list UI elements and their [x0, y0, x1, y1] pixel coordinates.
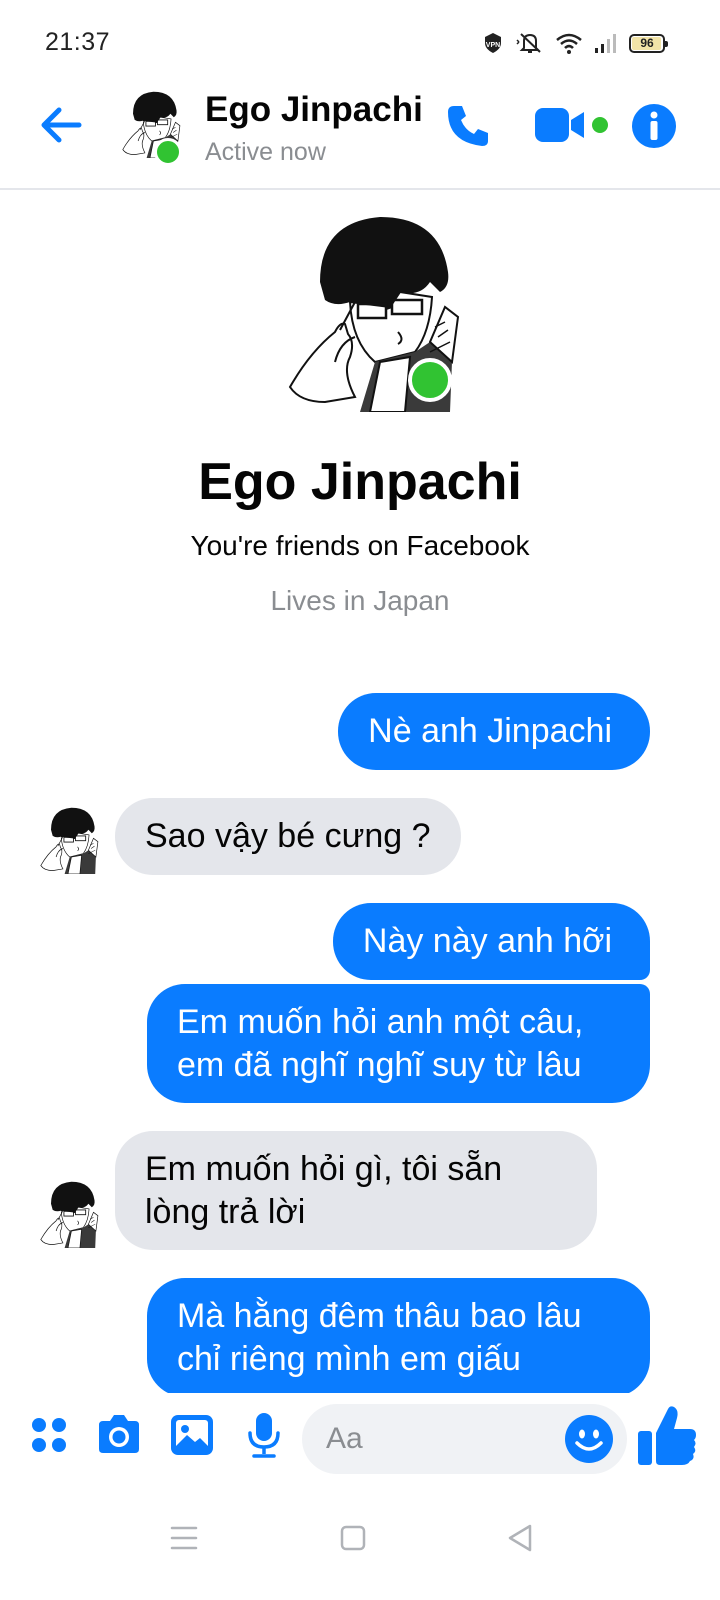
- message-outgoing[interactable]: Mà hằng đêm thâu bao lâu chỉ riêng mình …: [147, 1278, 650, 1393]
- arrow-left-icon: [41, 107, 82, 143]
- home-square-icon: [340, 1525, 366, 1551]
- info-button[interactable]: [630, 102, 678, 150]
- message-input[interactable]: [326, 1404, 556, 1474]
- voice-message-button[interactable]: [238, 1409, 290, 1461]
- gallery-button[interactable]: [166, 1409, 218, 1461]
- video-call-button[interactable]: [532, 100, 614, 152]
- message-text-line: chỉ riêng mình em giấu: [177, 1340, 521, 1378]
- active-status: Active now: [205, 138, 326, 166]
- message-outgoing[interactable]: Nè anh Jinpachi: [338, 693, 650, 770]
- status-bar: 21:37 VPN 96: [0, 0, 720, 80]
- vpn-icon: VPN: [481, 31, 505, 55]
- header-avatar[interactable]: [116, 90, 184, 166]
- message-text-line: Mà hằng đêm thâu bao lâu: [177, 1297, 582, 1335]
- home-button[interactable]: [323, 1508, 383, 1568]
- message-text-line: em đã nghĩ nghĩ suy từ lâu: [177, 1046, 582, 1084]
- menu-dots-icon: [32, 1418, 66, 1452]
- gallery-icon: [171, 1415, 213, 1455]
- friends-status: You're friends on Facebook: [190, 530, 530, 561]
- mute-icon: [515, 31, 545, 55]
- more-actions-button[interactable]: [23, 1409, 75, 1461]
- message-composer: [0, 1393, 720, 1488]
- battery-icon: 96: [629, 33, 668, 53]
- audio-call-button[interactable]: [440, 98, 496, 154]
- message-list: Nè anh Jinpachi Sao vậy bé cưng ? Này nà…: [0, 660, 720, 1393]
- profile-avatar[interactable]: [280, 212, 460, 412]
- camera-icon: [99, 1415, 139, 1453]
- message-text: Nè anh Jinpachi: [368, 712, 612, 750]
- profile-online-indicator: [408, 358, 452, 402]
- info-icon: [632, 104, 676, 148]
- menu-lines-icon: [170, 1526, 198, 1550]
- location-text: Lives in Japan: [270, 585, 450, 616]
- emoji-button[interactable]: [563, 1413, 615, 1465]
- battery-text: 96: [640, 36, 654, 50]
- message-text-line: Em muốn hỏi gì, tôi sẵn: [145, 1150, 503, 1188]
- wifi-icon: [555, 31, 583, 55]
- message-input-container[interactable]: [302, 1404, 627, 1474]
- contact-name[interactable]: Ego Jinpachi: [205, 90, 423, 130]
- svg-text:VPN: VPN: [486, 42, 500, 49]
- back-nav-button[interactable]: [490, 1508, 550, 1568]
- signal-icon: [593, 31, 619, 55]
- phone-icon: [448, 106, 488, 146]
- conversation-header: Ego Jinpachi Active now: [0, 80, 720, 190]
- avatar-image: [36, 806, 100, 874]
- message-incoming[interactable]: Em muốn hỏi gì, tôi sẵn lòng trả lời: [115, 1131, 597, 1250]
- back-button[interactable]: [38, 102, 84, 148]
- message-outgoing[interactable]: Này này anh hỡi: [332, 903, 650, 980]
- like-icon: [638, 1406, 696, 1465]
- emoji-icon: [565, 1415, 613, 1463]
- system-navigation-bar: [0, 1488, 720, 1600]
- message-incoming[interactable]: Sao vậy bé cưng ?: [115, 798, 461, 875]
- message-text-line: lòng trả lời: [145, 1193, 306, 1231]
- message-text-line: Em muốn hỏi anh một câu,: [177, 1003, 584, 1041]
- back-triangle-icon: [508, 1524, 532, 1552]
- avatar-image: [36, 1180, 100, 1248]
- recent-apps-button[interactable]: [154, 1508, 214, 1568]
- microphone-icon: [248, 1413, 280, 1458]
- online-indicator: [154, 138, 182, 166]
- message-outgoing[interactable]: Em muốn hỏi anh một câu, em đã nghĩ nghĩ…: [147, 984, 650, 1103]
- message-text: Này này anh hỡi: [362, 922, 612, 960]
- status-time: 21:37: [45, 28, 111, 56]
- video-camera-icon: [535, 108, 608, 142]
- status-icons: VPN 96: [481, 30, 668, 56]
- sender-avatar[interactable]: [36, 806, 100, 874]
- like-button[interactable]: [636, 1403, 698, 1469]
- profile-name: Ego Jinpachi: [198, 453, 522, 511]
- message-text: Sao vậy bé cưng ?: [145, 817, 431, 855]
- sender-avatar[interactable]: [36, 1180, 100, 1248]
- camera-button[interactable]: [93, 1409, 145, 1461]
